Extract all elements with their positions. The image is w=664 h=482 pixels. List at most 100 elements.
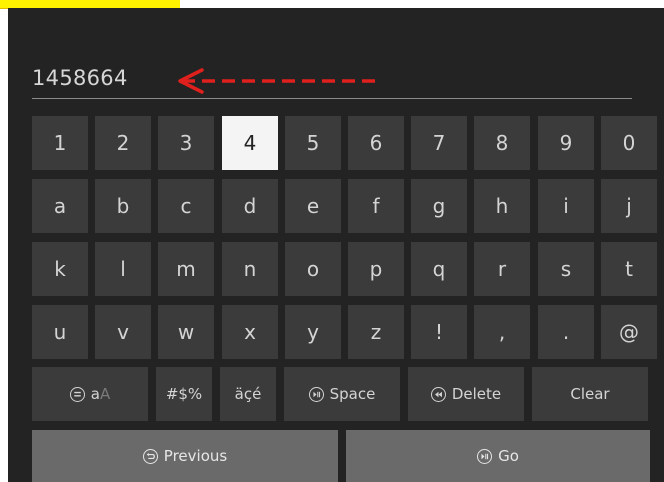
key-q[interactable]: q [411,242,467,296]
key-d[interactable]: d [222,179,278,233]
key-r[interactable]: r [474,242,530,296]
key-label: z [370,320,382,344]
clear-label: Clear [570,385,610,403]
previous-button[interactable]: Previous [32,430,338,482]
key-label: q [432,257,446,281]
key-6[interactable]: 6 [348,116,404,170]
key-sym-3-6[interactable]: ! [411,305,467,359]
key-z[interactable]: z [348,305,404,359]
back-icon [142,448,158,464]
key-label: r [497,257,507,281]
key-label: d [243,194,257,218]
go-button[interactable]: Go [346,430,650,482]
key-label: t [625,257,633,281]
key-label: u [53,320,67,344]
key-label: g [432,194,446,218]
play-pause-icon [477,448,493,464]
key-label: i [563,194,569,218]
key-f[interactable]: f [348,179,404,233]
key-label: a [53,194,67,218]
previous-label: Previous [163,447,228,465]
key-t[interactable]: t [601,242,657,296]
key-label: v [117,320,129,344]
key-m[interactable]: m [158,242,214,296]
key-e[interactable]: e [285,179,341,233]
key-a[interactable]: a [32,179,88,233]
key-label: . [562,320,570,344]
key-label: b [116,194,130,218]
key-label: h [495,194,509,218]
key-label: 9 [559,131,573,155]
key-p[interactable]: p [348,242,404,296]
key-s[interactable]: s [538,242,594,296]
key-label: ! [434,320,444,344]
key-label: 2 [116,131,130,155]
key-label: , [498,320,506,344]
key-label: c [180,194,192,218]
key-3[interactable]: 3 [158,116,214,170]
key-label: n [243,257,257,281]
accents-key[interactable]: äçé [220,367,276,421]
delete-key[interactable]: Delete [408,367,524,421]
key-4[interactable]: 4 [222,116,278,170]
key-1[interactable]: 1 [32,116,88,170]
key-o[interactable]: o [285,242,341,296]
key-x[interactable]: x [222,305,278,359]
key-u[interactable]: u [32,305,88,359]
key-sym-3-7[interactable]: , [474,305,530,359]
key-5[interactable]: 5 [285,116,341,170]
rewind-icon [430,386,446,402]
key-label: j [626,194,632,218]
space-key[interactable]: Space [284,367,400,421]
key-sym-3-9[interactable]: @ [601,305,657,359]
key-v[interactable]: v [95,305,151,359]
key-label: m [176,257,196,281]
key-w[interactable]: w [158,305,214,359]
key-label: s [560,257,572,281]
key-0[interactable]: 0 [601,116,657,170]
key-h[interactable]: h [474,179,530,233]
input-value: 1458664 [32,66,128,90]
key-sym-3-8[interactable]: . [538,305,594,359]
delete-label: Delete [451,385,502,403]
key-label: p [369,257,383,281]
case-toggle-button[interactable]: aA [32,367,148,421]
page: 1458664 1 2 3 4 5 6 7 8 9 0 a b c d e f g h i j k l m n o p q r s t u v… [0,0,664,482]
key-i[interactable]: i [538,179,594,233]
space-label: Space [329,385,376,403]
key-b[interactable]: b [95,179,151,233]
key-label: w [177,320,195,344]
key-g[interactable]: g [411,179,467,233]
key-label: e [306,194,320,218]
case-upper-label: A [99,385,111,403]
go-label: Go [498,447,519,465]
key-label: o [306,257,320,281]
key-8[interactable]: 8 [474,116,530,170]
key-label: 1 [53,131,67,155]
clear-key[interactable]: Clear [532,367,648,421]
menu-icon [69,386,85,402]
key-j[interactable]: j [601,179,657,233]
key-9[interactable]: 9 [538,116,594,170]
key-label: y [307,320,319,344]
accents-label: äçé [234,385,262,403]
key-c[interactable]: c [158,179,214,233]
symbols-key[interactable]: #$% [156,367,212,421]
play-pause-icon [308,386,324,402]
key-label: 3 [179,131,193,155]
key-label: 4 [243,131,257,155]
key-n[interactable]: n [222,242,278,296]
key-label: 8 [495,131,509,155]
key-label: 6 [369,131,383,155]
key-y[interactable]: y [285,305,341,359]
key-l[interactable]: l [95,242,151,296]
key-label: 0 [622,131,636,155]
key-2[interactable]: 2 [95,116,151,170]
key-label: l [120,257,126,281]
key-7[interactable]: 7 [411,116,467,170]
key-label: x [244,320,256,344]
key-k[interactable]: k [32,242,88,296]
annotation-arrow [178,68,380,94]
key-label: 5 [306,131,320,155]
key-label: k [54,257,66,281]
